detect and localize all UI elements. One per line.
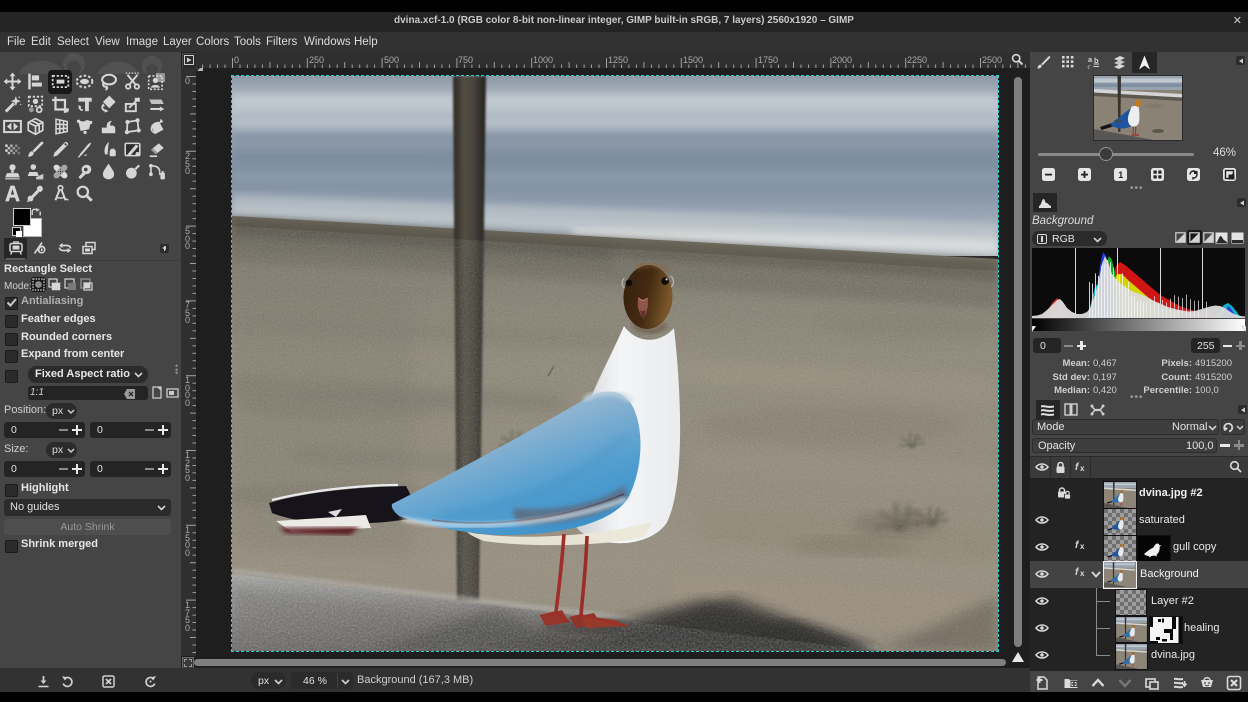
svg-text:1: 1	[1118, 170, 1123, 180]
svg-text:o: o	[39, 245, 44, 254]
